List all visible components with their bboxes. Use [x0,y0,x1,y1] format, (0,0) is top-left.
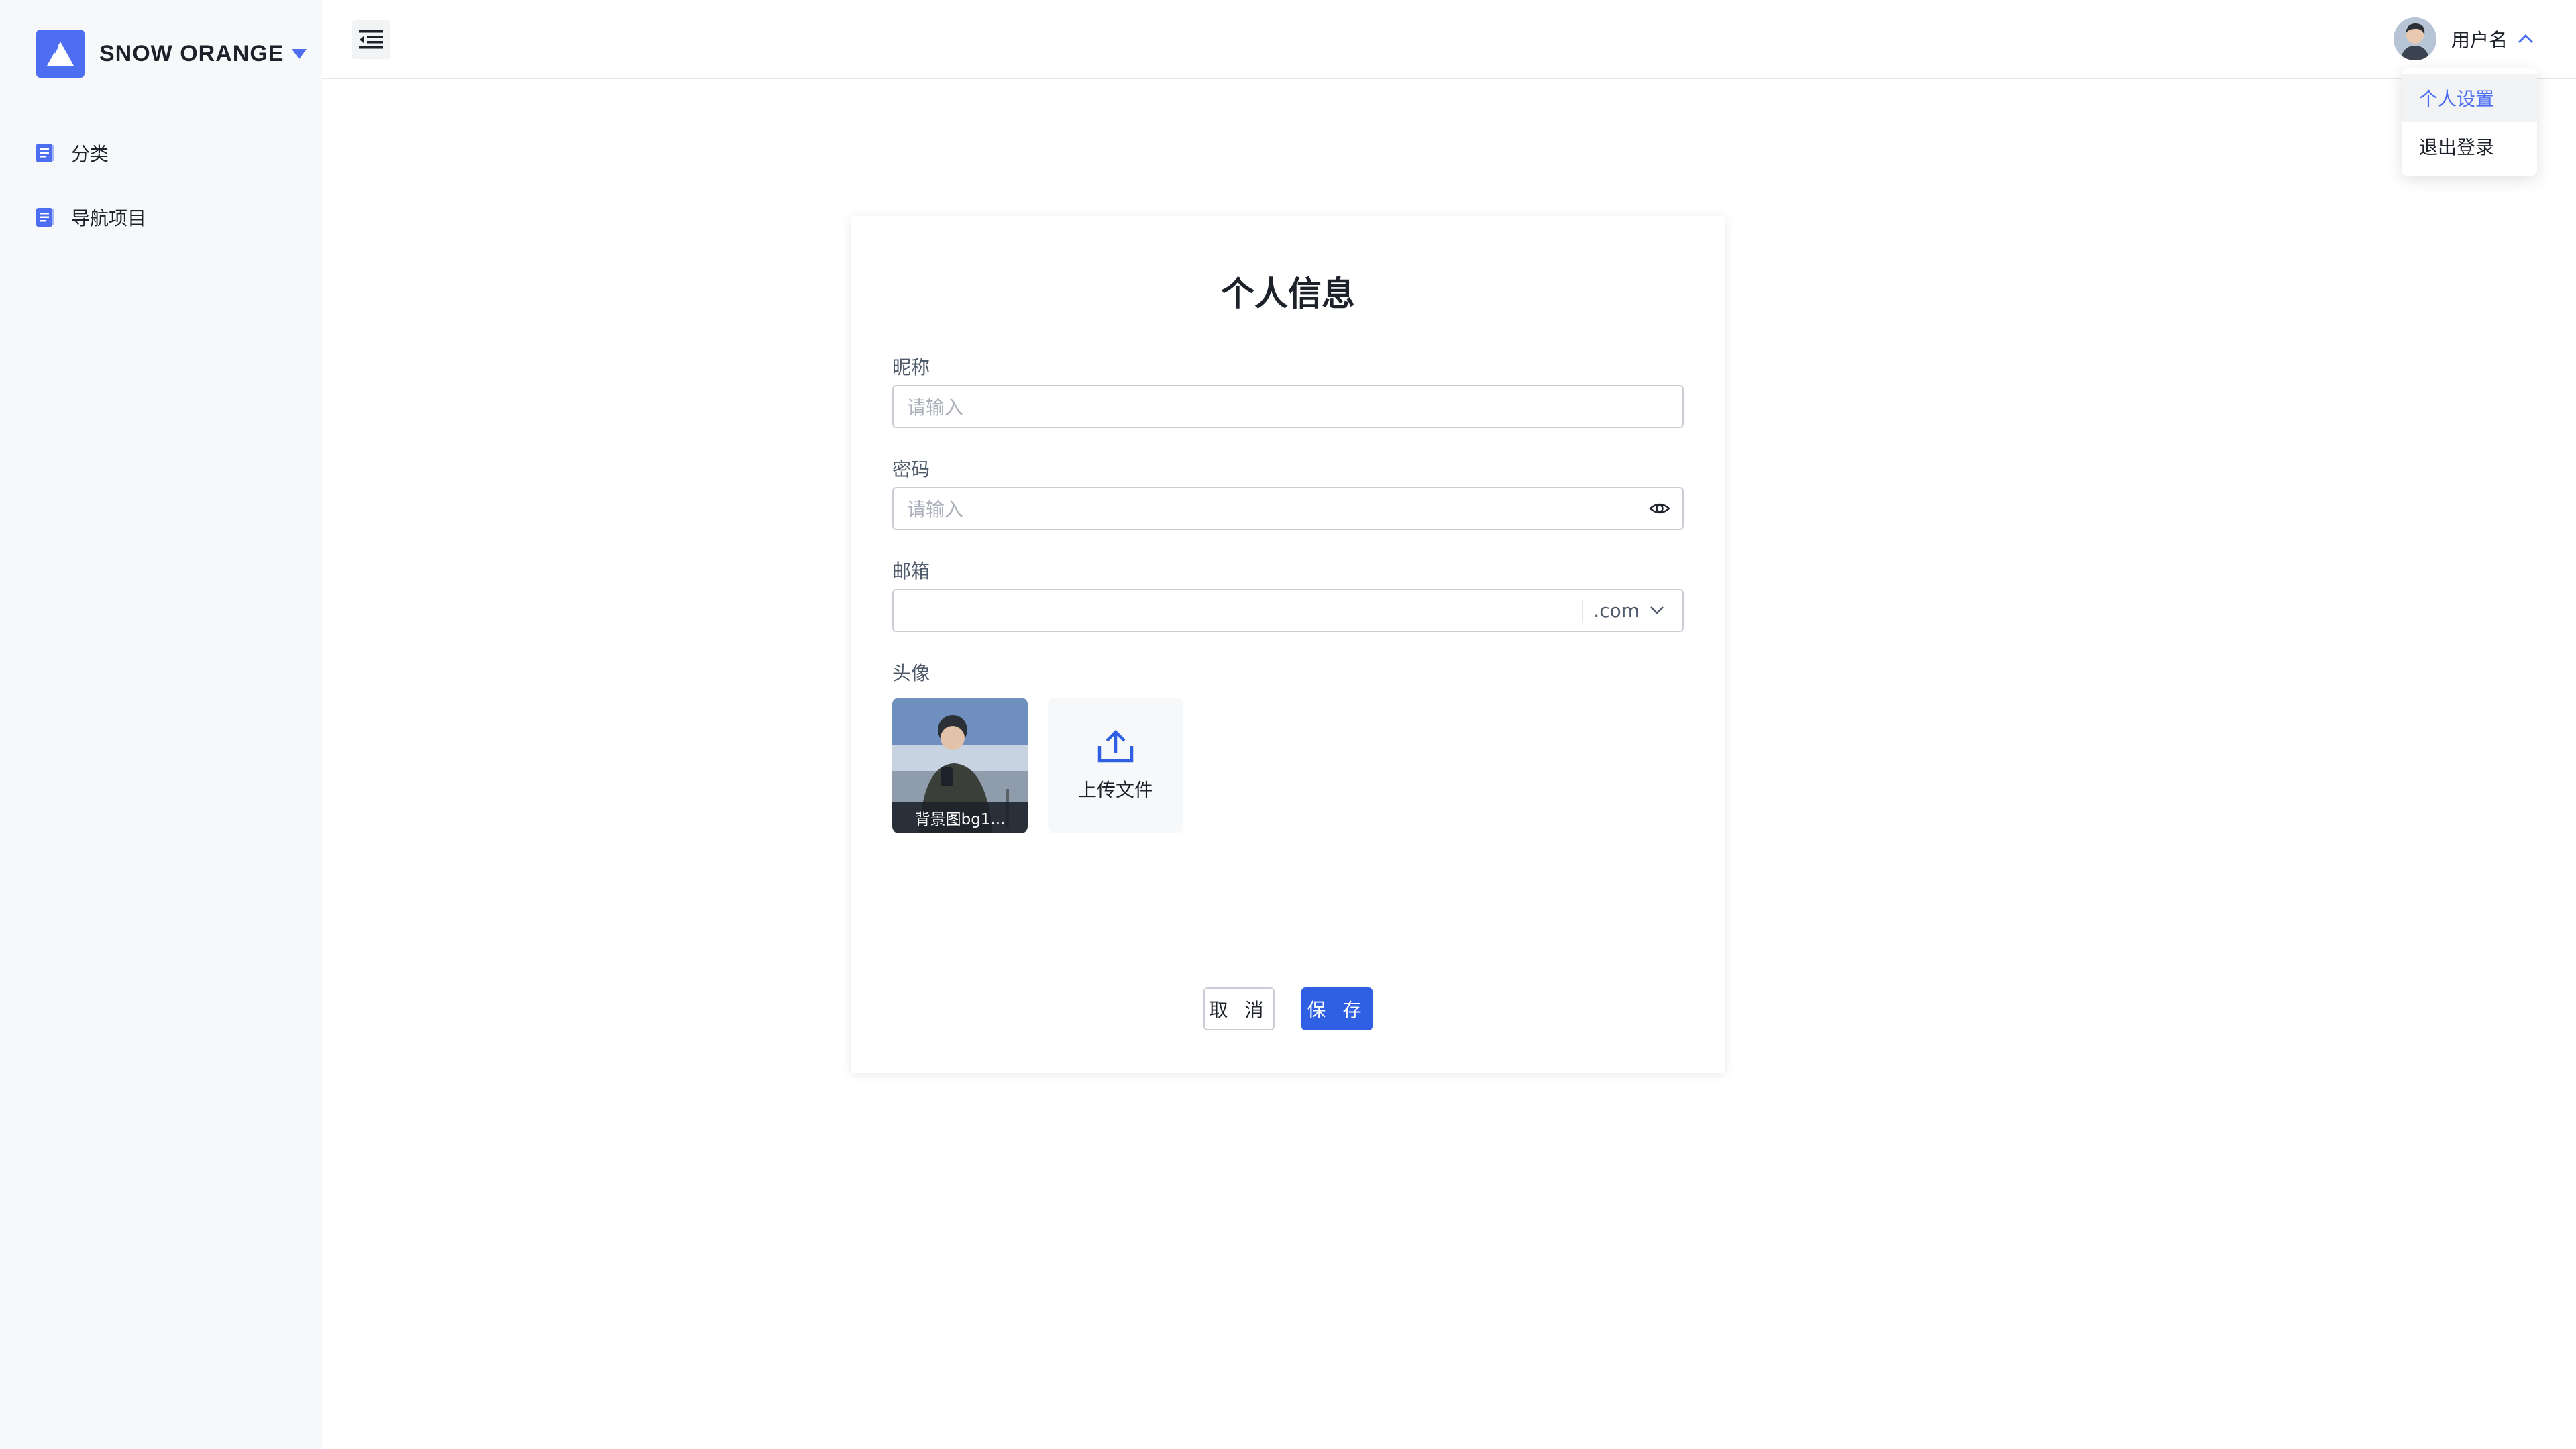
sidebar: SNOW ORANGE 分类 导航项目 [0,0,322,1449]
chevron-up-icon [2517,33,2534,45]
cancel-button[interactable]: 取 消 [1203,987,1275,1030]
sidebar-item-label: 导航项目 [71,207,147,229]
email-input[interactable]: .com [892,589,1684,632]
menu-fold-icon [359,30,383,49]
brand-logo-icon [36,30,85,78]
profile-card: 个人信息 昵称 请输入 密码 请输入 邮箱 .com 头像 背景图bg1... … [851,216,1725,1073]
chevron-down-icon [1649,605,1665,616]
page-title: 个人信息 [1221,274,1355,313]
sidebar-item-label: 分类 [71,143,109,165]
user-menu-trigger[interactable]: 用户名 [2393,17,2534,60]
avatar [2393,17,2436,60]
brand[interactable]: SNOW ORANGE [36,30,308,78]
save-button[interactable]: 保 存 [1301,987,1373,1030]
uploaded-avatar-thumbnail[interactable]: 背景图bg1... [892,698,1028,833]
avatar-label: 头像 [892,662,930,684]
email-domain-select[interactable]: .com [1593,590,1665,631]
nickname-placeholder: 请输入 [907,396,964,419]
menu-fold-button[interactable] [352,20,390,59]
user-dropdown-menu: 个人设置 退出登录 [2402,68,2537,176]
upload-file-button[interactable]: 上传文件 [1048,698,1183,833]
upload-icon [1097,729,1134,766]
brand-name: SNOW ORANGE [99,40,284,66]
uploaded-file-name: 背景图bg1... [892,802,1028,833]
password-label: 密码 [892,458,930,480]
caret-down-icon[interactable] [290,47,308,60]
menu-item-logout[interactable]: 退出登录 [2402,122,2537,170]
nickname-label: 昵称 [892,356,930,378]
sidebar-nav: 分类 导航项目 [35,121,303,250]
password-placeholder: 请输入 [907,498,964,521]
menu-item-personal-settings[interactable]: 个人设置 [2402,74,2537,122]
user-name: 用户名 [2451,29,2508,51]
password-input[interactable]: 请输入 [892,487,1684,530]
top-header: 用户名 [322,0,2576,79]
upload-label: 上传文件 [1077,779,1153,801]
nickname-input[interactable]: 请输入 [892,385,1684,428]
input-divider [1582,600,1583,623]
sidebar-item-category[interactable]: 分类 [35,121,303,185]
document-icon [35,207,55,227]
document-icon [35,143,55,163]
email-label: 邮箱 [892,560,930,582]
eye-icon[interactable] [1649,498,1670,519]
email-domain-value: .com [1593,599,1640,622]
sidebar-item-nav-projects[interactable]: 导航项目 [35,185,303,250]
